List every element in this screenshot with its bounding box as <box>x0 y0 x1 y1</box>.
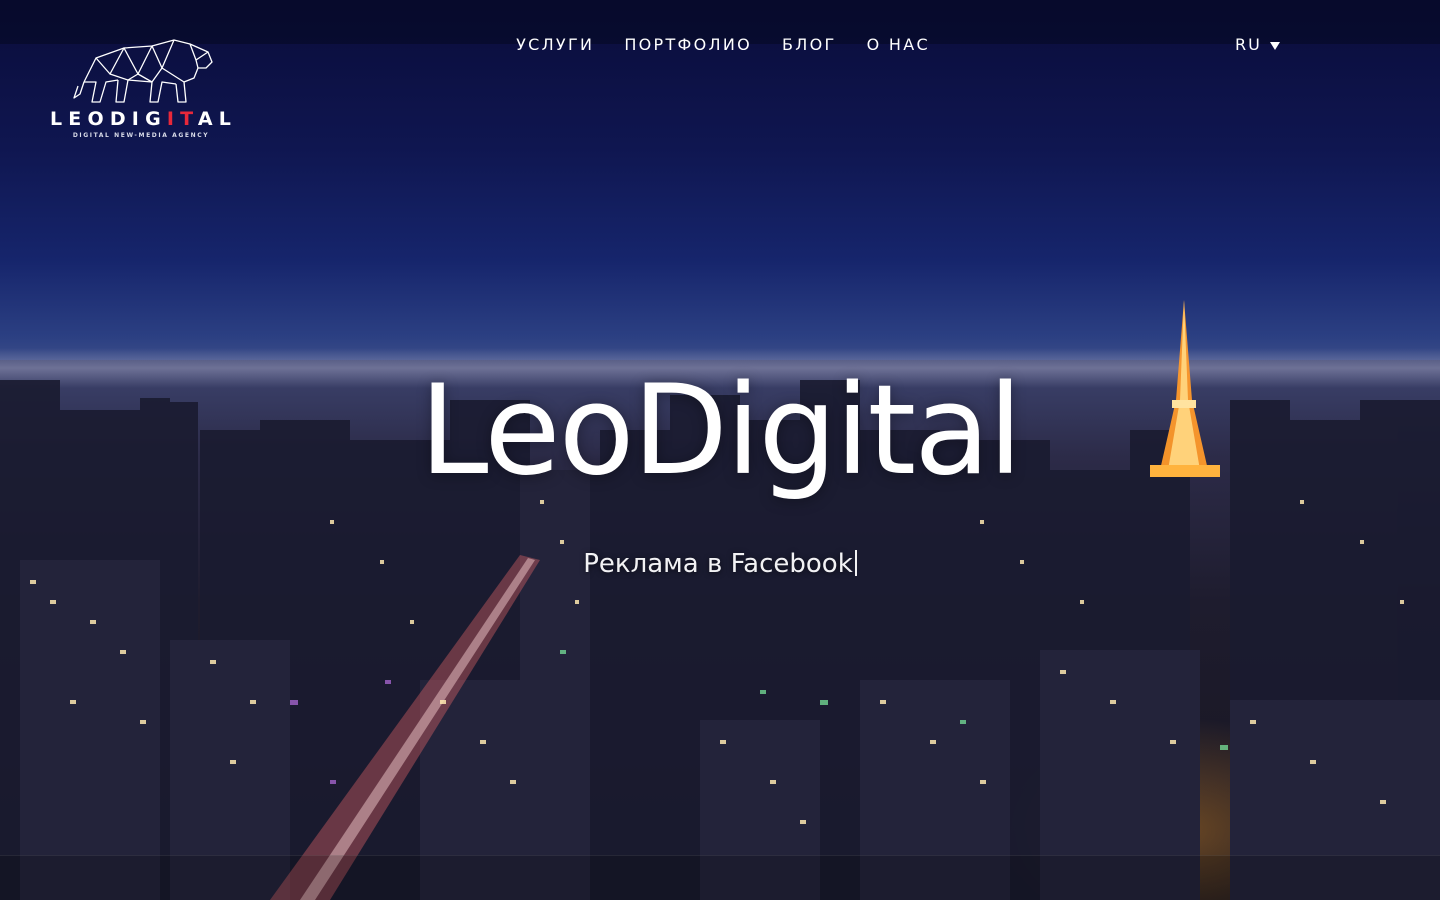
logo-wordmark: LEODIGITAL <box>50 108 238 130</box>
nav-item-services[interactable]: УСЛУГИ <box>516 34 594 56</box>
next-section-edge <box>0 855 1440 900</box>
landing-page: LEODIGITAL DIGITAL NEW-MEDIA AGENCY УСЛУ… <box>0 0 1440 900</box>
nav-item-blog[interactable]: БЛОГ <box>782 34 837 56</box>
logo-link[interactable]: LEODIGITAL DIGITAL NEW-MEDIA AGENCY <box>50 38 232 142</box>
hero-subtitle: Реклама в Facebook <box>0 548 1440 580</box>
nav-item-portfolio[interactable]: ПОРТФОЛИО <box>624 34 752 56</box>
nav-item-about[interactable]: О НАС <box>867 34 930 56</box>
hero-subtitle-text: Реклама в Facebook <box>583 549 853 579</box>
language-current: RU <box>1235 34 1262 54</box>
lion-logo-icon <box>73 39 213 103</box>
logo-tagline: DIGITAL NEW-MEDIA AGENCY <box>72 132 210 139</box>
language-selector[interactable]: RU <box>1235 33 1280 55</box>
hero-title: LeoDigital <box>419 359 1022 503</box>
chevron-down-icon <box>1269 41 1280 50</box>
typing-cursor <box>854 550 857 576</box>
